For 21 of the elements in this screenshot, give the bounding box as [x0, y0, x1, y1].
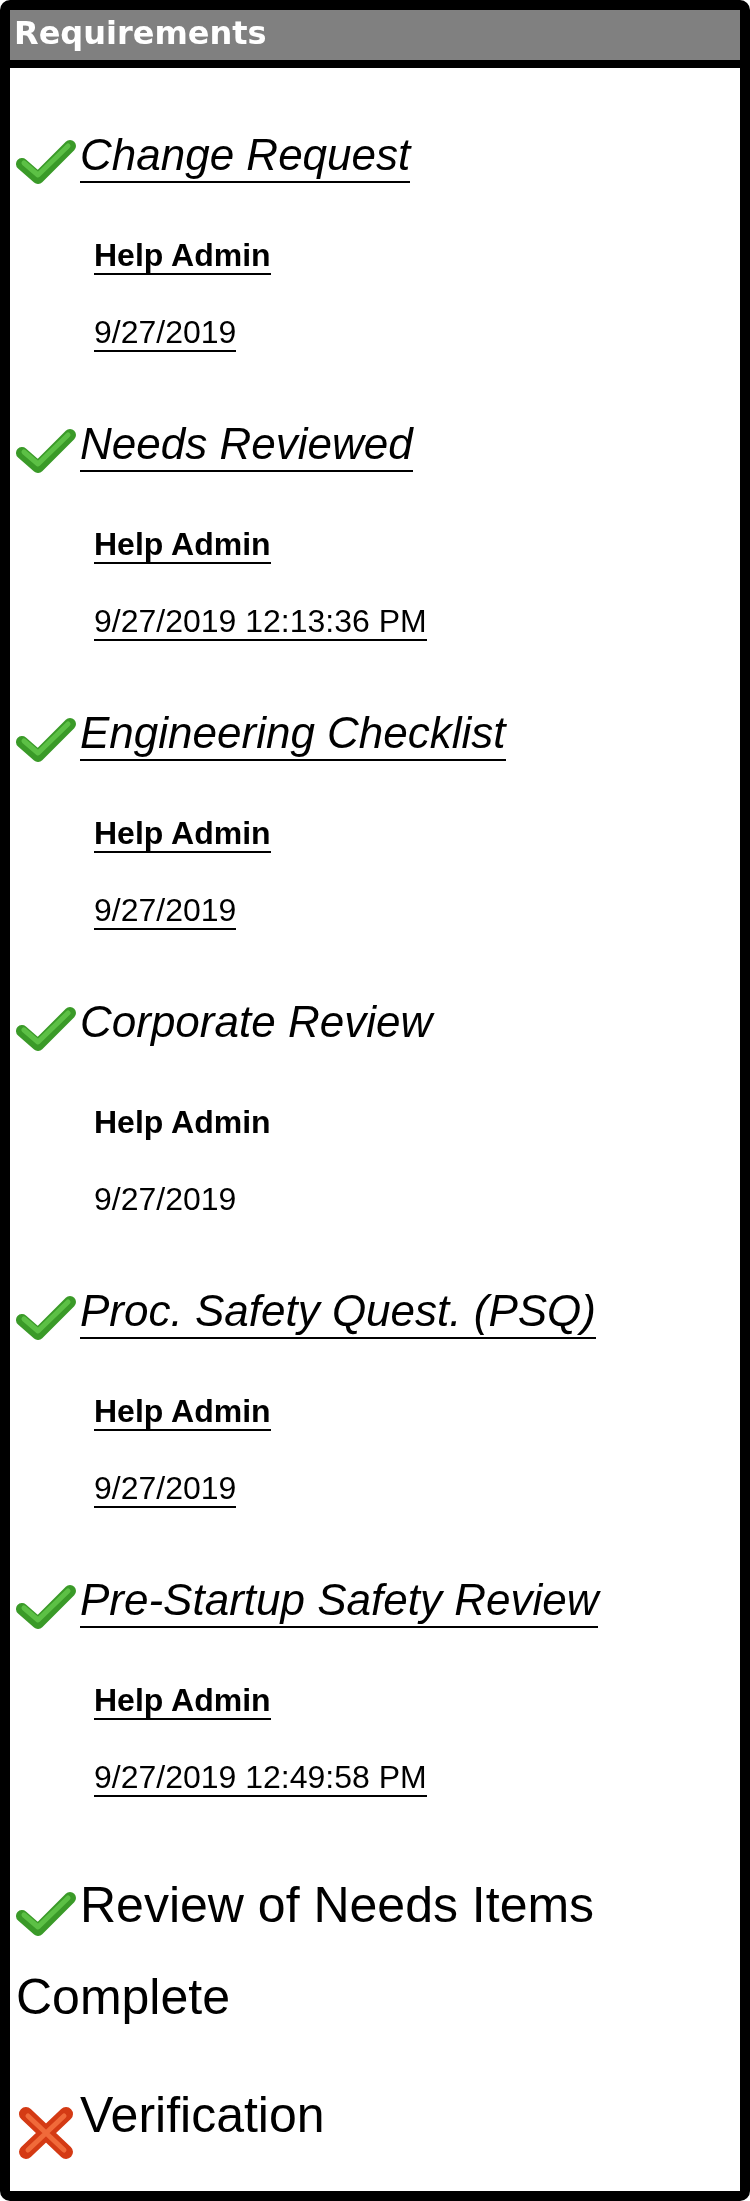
author-name: Help Admin: [94, 1104, 271, 1140]
milestone-text: Review of Needs Items Complete: [16, 1877, 595, 2025]
date-text: 9/27/2019: [94, 1181, 237, 1217]
requirement-link[interactable]: Engineering Checklist: [80, 707, 506, 761]
milestone-text: Verification: [80, 2087, 325, 2143]
author-link[interactable]: Help Admin: [94, 526, 271, 564]
author-link[interactable]: Help Admin: [94, 237, 271, 275]
date-link[interactable]: 9/27/2019 12:13:36 PM: [94, 603, 427, 641]
panel-title: Requirements: [10, 10, 740, 68]
date-link[interactable]: 9/27/2019: [94, 1470, 237, 1508]
requirement-link[interactable]: Pre-Startup Safety Review: [80, 1574, 599, 1628]
date-link[interactable]: 9/27/2019: [94, 892, 237, 930]
requirement-link[interactable]: Change Request: [80, 129, 411, 183]
date-link[interactable]: 9/27/2019 12:49:58 PM: [94, 1759, 427, 1797]
requirement-link[interactable]: Proc. Safety Quest. (PSQ): [80, 1285, 596, 1339]
date-link[interactable]: 9/27/2019: [94, 314, 237, 352]
author-link[interactable]: Help Admin: [94, 1682, 271, 1720]
requirement-link[interactable]: Needs Reviewed: [80, 418, 413, 472]
author-link[interactable]: Help Admin: [94, 1393, 271, 1431]
requirement-title: Corporate Review: [80, 996, 433, 1048]
author-link[interactable]: Help Admin: [94, 815, 271, 853]
